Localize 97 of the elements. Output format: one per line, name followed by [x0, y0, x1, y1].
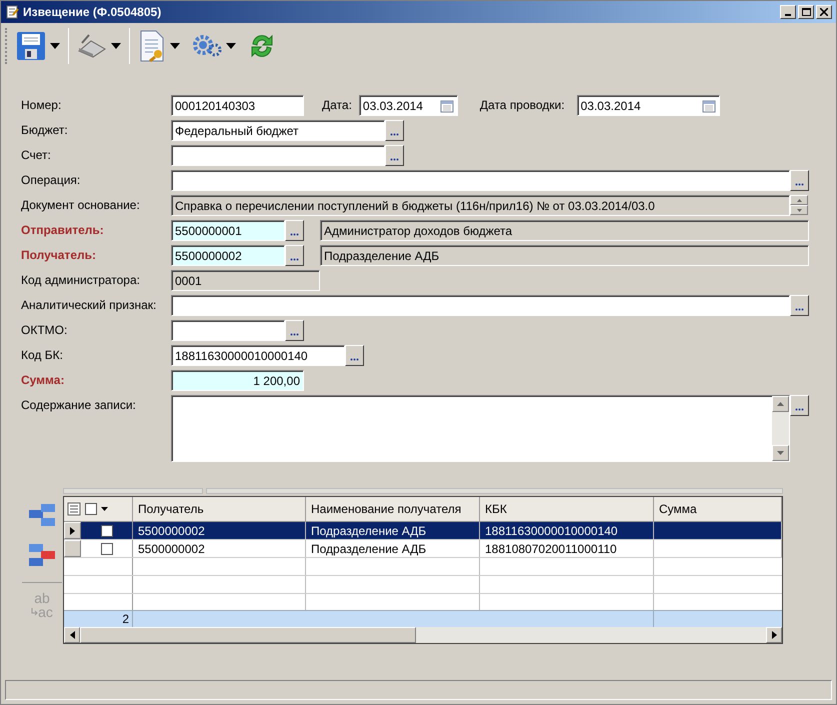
scrollbar-thumb[interactable]	[80, 627, 416, 643]
memo-field[interactable]	[171, 395, 790, 462]
ellipsis-button[interactable]	[285, 320, 304, 341]
field-label: Дата проводки:	[480, 97, 565, 114]
grid-row[interactable]: 5500000002 Подразделение АДБ 18810807020011000110	[64, 540, 782, 558]
ellipsis-button[interactable]	[385, 145, 404, 166]
row-indicator[interactable]	[64, 522, 81, 539]
close-button[interactable]	[816, 5, 832, 19]
input-field[interactable]: 0001	[171, 270, 320, 291]
scroll-left-button[interactable]	[64, 627, 80, 643]
input-field[interactable]: 03.03.2014	[358, 95, 458, 116]
table-cell: 5500000002	[133, 540, 306, 557]
document-icon	[5, 5, 19, 19]
minimize-button[interactable]	[780, 5, 796, 19]
eraser-icon	[77, 33, 107, 59]
dropdown-caret-icon	[226, 43, 236, 49]
field-label: Номер:	[21, 97, 62, 114]
table-cell: 5500000002	[133, 522, 306, 539]
window-title: Извещение (Ф.0504805)	[23, 4, 162, 21]
ellipsis-button[interactable]	[345, 345, 364, 366]
spin-down-button[interactable]	[790, 205, 808, 215]
input-field[interactable]: 03.03.2014	[576, 95, 720, 116]
grid-row[interactable]: 5500000002 Подразделение АДБ 18811630000010000140	[64, 522, 782, 540]
input-field[interactable]	[171, 320, 285, 341]
field-label: Код администратора:	[21, 272, 141, 289]
field-label: Документ основание:	[21, 197, 141, 214]
hierarchy-icon	[27, 502, 57, 528]
spin-control[interactable]	[790, 195, 808, 216]
ellipsis-button[interactable]	[790, 295, 809, 316]
input-field[interactable]: Подразделение АДБ	[320, 245, 809, 266]
input-field[interactable]: 000120140303	[171, 95, 304, 116]
table-cell: 18810807020011000110	[480, 540, 654, 557]
field-label: Счет:	[21, 147, 52, 164]
document-key-icon	[138, 30, 166, 62]
field-label: Получатель:	[21, 247, 97, 264]
ellipsis-icon	[795, 408, 804, 411]
field-label: Содержание записи:	[21, 397, 137, 414]
column-chooser-icon[interactable]	[67, 502, 81, 516]
ellipsis-icon	[795, 183, 804, 186]
column-header[interactable]: Получатель	[133, 497, 306, 521]
table-cell: Подразделение АДБ	[306, 522, 480, 539]
input-field[interactable]	[171, 145, 385, 166]
ellipsis-icon	[290, 333, 299, 336]
input-field[interactable]: Федеральный бюджет	[171, 120, 385, 141]
scroll-up-button[interactable]	[772, 396, 789, 412]
ellipsis-icon	[390, 133, 399, 136]
field-label: Отправитель:	[21, 222, 105, 239]
field-label: Бюджет:	[21, 122, 69, 139]
field-label: Код БК:	[21, 347, 64, 364]
field-label: Операция:	[21, 172, 82, 189]
ellipsis-icon	[350, 358, 359, 361]
collapse-tree-button[interactable]	[27, 542, 57, 568]
ellipsis-button[interactable]	[285, 220, 304, 241]
table-cell: Подразделение АДБ	[306, 540, 480, 557]
close-icon	[820, 8, 828, 16]
input-field[interactable]	[171, 295, 790, 316]
spin-up-button[interactable]	[790, 195, 808, 205]
field-label: ОКТМО:	[21, 322, 68, 339]
maximize-button[interactable]	[798, 5, 814, 19]
field-label: Аналитический признак:	[21, 297, 158, 314]
scroll-down-button[interactable]	[772, 445, 789, 461]
ellipsis-icon	[795, 308, 804, 311]
input-field[interactable]	[171, 170, 790, 191]
input-field[interactable]: 5500000001	[171, 220, 285, 241]
row-pointer-icon	[70, 526, 75, 534]
table-cell: 18811630000010000140	[480, 522, 654, 539]
field-label: Сумма:	[21, 372, 66, 389]
checkbox[interactable]	[100, 542, 112, 554]
dropdown-caret-icon	[170, 43, 180, 49]
horizontal-scrollbar[interactable]	[64, 627, 782, 643]
dropdown-caret-icon	[111, 43, 121, 49]
dropdown-icon[interactable]	[101, 507, 108, 511]
gears-icon	[192, 33, 222, 59]
input-field[interactable]: Справка о перечислении поступлений в бюджеты (116н/прил16) № от 03.03.2014/03.0	[171, 195, 790, 216]
column-header[interactable]: КБК	[480, 497, 654, 521]
input-field[interactable]: Администратор доходов бюджета	[320, 220, 809, 241]
row-count: 2	[122, 611, 129, 628]
column-header[interactable]: Сумма	[654, 497, 782, 521]
input-field[interactable]: 18811630000010000140	[171, 345, 345, 366]
scroll-right-button[interactable]	[766, 627, 782, 643]
input-field[interactable]: 5500000002	[171, 245, 285, 266]
expand-tree-button[interactable]	[27, 502, 57, 528]
ellipsis-icon	[290, 258, 299, 261]
dropdown-caret-icon	[50, 43, 60, 49]
arrow-icon	[31, 608, 38, 616]
input-field[interactable]: 1 200,00	[171, 370, 304, 391]
ellipsis-button[interactable]	[285, 245, 304, 266]
checkbox[interactable]	[85, 503, 97, 515]
field-label: Дата:	[322, 97, 352, 114]
ellipsis-button[interactable]	[385, 120, 404, 141]
hierarchy-icon	[27, 542, 57, 568]
ellipsis-button[interactable]	[790, 170, 809, 191]
column-header[interactable]: Наименование получателя	[306, 497, 480, 521]
ellipsis-icon	[390, 158, 399, 161]
checkbox[interactable]	[100, 524, 112, 536]
ellipsis-button[interactable]	[790, 395, 809, 416]
ellipsis-icon	[290, 233, 299, 236]
